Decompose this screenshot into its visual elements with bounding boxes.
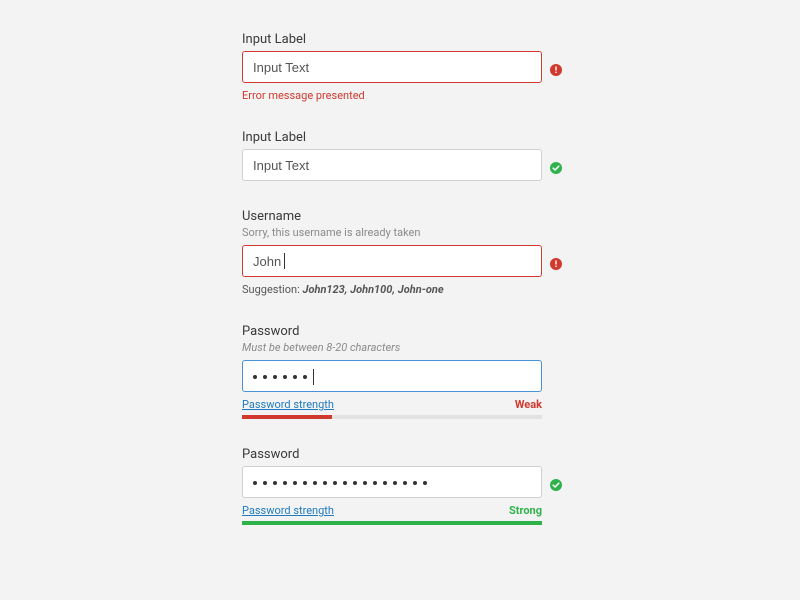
input-wrap <box>242 466 542 498</box>
error-message: Error message presented <box>242 89 542 102</box>
field-group-success: Input Label <box>242 130 542 181</box>
suggestion-values: John123, John100, John-one <box>302 283 443 296</box>
input-label: Password <box>242 324 542 339</box>
password-input-strong[interactable] <box>242 466 542 498</box>
password-dot <box>363 481 367 485</box>
strength-fill-weak <box>242 415 332 419</box>
password-dot <box>333 481 337 485</box>
password-dot <box>253 481 257 485</box>
password-dot <box>323 481 327 485</box>
password-dot <box>283 375 287 379</box>
password-dot <box>273 375 277 379</box>
password-dot <box>403 481 407 485</box>
strength-label-weak: Weak <box>515 398 542 411</box>
password-dot <box>343 481 347 485</box>
username-input[interactable] <box>242 245 542 277</box>
field-group-password-weak: Password Must be between 8-20 characters… <box>242 324 542 419</box>
text-input-success[interactable] <box>242 149 542 181</box>
password-dot <box>293 375 297 379</box>
password-dot <box>273 481 277 485</box>
input-wrap <box>242 360 542 392</box>
password-strength-link[interactable]: Password strength <box>242 398 334 411</box>
password-dot <box>423 481 427 485</box>
input-sublabel: Must be between 8-20 characters <box>242 341 542 354</box>
password-dot <box>263 481 267 485</box>
input-wrap <box>242 51 542 83</box>
password-dot <box>253 375 257 379</box>
input-label: Input Label <box>242 130 542 145</box>
strength-fill-strong <box>242 521 542 525</box>
password-dot <box>303 375 307 379</box>
strength-row: Password strength Weak <box>242 398 542 411</box>
password-dot <box>303 481 307 485</box>
password-dot <box>313 481 317 485</box>
password-dot <box>393 481 397 485</box>
password-dot <box>263 375 267 379</box>
text-cursor <box>313 369 314 385</box>
input-label: Input Label <box>242 32 542 47</box>
input-wrap <box>242 149 542 181</box>
strength-label-strong: Strong <box>509 504 542 517</box>
password-dot <box>373 481 377 485</box>
strength-bar <box>242 521 542 525</box>
password-dot <box>383 481 387 485</box>
error-icon <box>550 61 562 73</box>
text-cursor <box>284 253 285 269</box>
text-input-error[interactable] <box>242 51 542 83</box>
strength-row: Password strength Strong <box>242 504 542 517</box>
password-dot <box>353 481 357 485</box>
field-group-error: Input Label Error message presented <box>242 32 542 102</box>
field-group-password-strong: Password Password strength Strong <box>242 447 542 525</box>
password-dots <box>243 467 541 499</box>
username-suggestion: Suggestion: John123, John100, John-one <box>242 283 542 296</box>
input-label: Username <box>242 209 542 224</box>
input-label: Password <box>242 447 542 462</box>
strength-bar <box>242 415 542 419</box>
field-group-username: Username Sorry, this username is already… <box>242 209 542 296</box>
suggestion-prefix: Suggestion: <box>242 283 302 296</box>
password-dot <box>293 481 297 485</box>
success-icon <box>550 476 562 488</box>
success-icon <box>550 159 562 171</box>
error-icon <box>550 255 562 267</box>
password-input-weak[interactable] <box>242 360 542 392</box>
password-dot <box>283 481 287 485</box>
password-dots <box>243 361 541 393</box>
input-sublabel: Sorry, this username is already taken <box>242 226 542 239</box>
input-wrap <box>242 245 542 277</box>
password-dot <box>413 481 417 485</box>
password-strength-link[interactable]: Password strength <box>242 504 334 517</box>
